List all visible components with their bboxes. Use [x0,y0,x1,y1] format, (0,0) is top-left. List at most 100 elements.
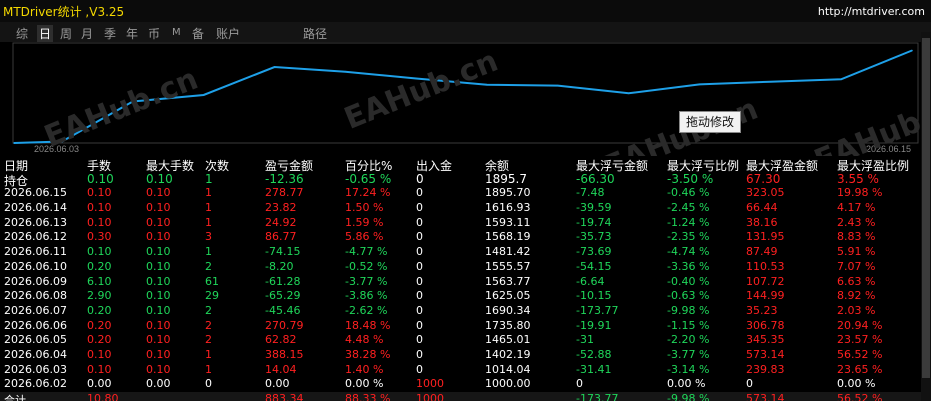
stats-table: 日期 手数 最大手数 次数 盈亏金额 百分比% 出入金 余额 最大浮亏金额 最大浮亏比例 最大浮盈金… [0,157,931,401]
tab-6[interactable]: 币 [148,25,160,42]
website-link[interactable]: http://mtdriver.com [818,5,925,18]
cell-col-3: 2 [205,303,212,317]
cell-col-9: -2.20 % [667,333,710,347]
cell-col-11: 19.98 % [837,186,883,200]
balance-point-12 [840,78,842,81]
cell-col-9: -0.63 % [667,289,710,303]
cell-col-5: 38.28 % [345,347,391,361]
cell-col-8: -54.15 [576,259,612,273]
cell-col-1: 0.20 [87,303,112,317]
cell-col-10: 306.78 [746,318,785,332]
cell-col-6: 0 [416,245,423,259]
cell-col-6: 0 [416,333,423,347]
cell-col-6: 0 [416,230,423,244]
watermark-3: EAHub.cn [809,86,931,156]
cell-col-1: 0.10 [87,245,112,259]
cell-col-11: 20.94 % [837,318,883,332]
table-row: 2026.06.06 0.20 0.10 2 270.79 18.48 % 0 1735.80… [0,319,931,334]
table-row: 2026.06.08 2.90 0.10 29 -65.29 -3.86 % 0 1625.0… [0,289,931,304]
watermark-1: EAHub.cn [339,44,502,137]
cell-col-0: 2026.06.05 [4,333,67,347]
cell-col-1: 0.10 [87,362,112,376]
cell-col-6: 0 [416,318,423,332]
cell-col-3: 29 [205,289,219,303]
cell-col-8: -173.77 [576,303,619,317]
cell-col-6: 0 [416,289,423,303]
balance-point-13 [911,49,913,52]
scrollbar-thumb[interactable] [922,38,930,378]
cell-col-4: 388.15 [265,347,304,361]
cell-col-9: -3.14 % [667,362,710,376]
cell-col-11: 8.92 % [837,289,876,303]
cell-col-2: 0.10 [146,362,171,376]
cell-col-5: -3.77 % [345,274,388,288]
vertical-scrollbar[interactable] [921,32,931,401]
cell-col-1: 10.80 [87,392,119,401]
tab-5[interactable]: 年 [126,25,138,42]
cell-col-8: -52.88 [576,347,612,361]
drag-edit-popup[interactable]: 拖动修改 [679,111,741,133]
cell-col-11: 3.55 % [837,171,879,186]
table-header: 日期 手数 最大手数 次数 盈亏金额 百分比% 出入金 余额 最大浮亏金额 最大浮亏比例 最大浮盈金… [0,157,931,173]
cell-col-7: 1625.05 [485,289,531,303]
cell-col-8: -6.64 [576,274,605,288]
cell-col-3: 1 [205,171,213,186]
cell-col-5: 1.50 % [345,201,384,215]
tab-2[interactable]: 周 [60,25,72,42]
cell-col-8: -7.48 [576,186,605,200]
tab-10[interactable]: 路径 [303,25,327,42]
cell-col-1: 0.20 [87,318,112,332]
cell-col-8: 0 [576,377,583,391]
cell-col-2: 0.10 [146,186,171,200]
cell-col-2: 0.10 [146,303,171,317]
cell-col-0: 2026.06.10 [4,259,67,273]
cell-col-1: 0.20 [87,333,112,347]
tab-1[interactable]: 日 [37,25,54,42]
cell-col-2: 0.10 [146,171,173,186]
mtdriver-window: MTDriver统计 ,V3.25 http://mtdriver.com 综日… [0,0,931,401]
cell-col-1: 6.10 [87,274,112,288]
cell-col-3: 2 [205,318,212,332]
cell-col-9: -4.74 % [667,245,710,259]
cell-col-9: -0.46 % [667,186,710,200]
cell-col-6: 1000 [416,392,444,401]
table-row: 2026.06.05 0.20 0.10 2 62.82 4.48 % 0 1465.01 -3… [0,333,931,348]
cell-col-7: 1465.01 [485,333,531,347]
table-row: 2026.06.04 0.10 0.10 1 388.15 38.28 % 0 1402.19… [0,348,931,363]
table-row: 2026.06.02 0.00 0.00 0 0.00 0.00 % 1000 1000.00… [0,377,931,392]
cell-col-3: 2 [205,333,212,347]
cell-col-7: 1616.93 [485,201,531,215]
tab-8[interactable]: 备 [192,25,204,42]
tab-0[interactable]: 综 [16,25,28,42]
cell-col-4: 23.82 [265,201,297,215]
cell-col-5: -0.65 % [345,171,392,186]
cell-col-0: 2026.06.14 [4,201,67,215]
cell-col-5: -2.62 % [345,303,388,317]
cell-col-4: 270.79 [265,318,304,332]
cell-col-5: -4.77 % [345,245,388,259]
cell-col-11: 8.83 % [837,230,876,244]
cell-col-11: 56.52 % [837,392,883,401]
cell-col-7: 1402.19 [485,347,531,361]
cell-col-10: 66.44 [746,201,778,215]
total-row: 合计 10.80 883.34 88.33 % 1000 -173.77 -9.98 % 57… [0,392,931,401]
cell-col-0: 2026.06.11 [4,245,67,259]
cell-col-2: 0.10 [146,215,171,229]
cell-col-11: 2.03 % [837,303,876,317]
cell-col-11: 23.57 % [837,333,883,347]
table-row: 2026.06.11 0.10 0.10 1 -74.15 -4.77 % 0 1481.42… [0,245,931,260]
tab-7[interactable]: M [172,27,181,38]
watermark-0: EAHub.cn [39,62,202,155]
cell-col-8: -35.73 [576,230,612,244]
balance-point-9 [627,92,630,95]
balance-chart: 2026.06.03 2026.06.15 EAHub.cn EAHub.cn EAHu… [0,42,931,156]
table-row: 2026.06.09 6.10 0.10 61 -61.28 -3.77 % 0 1563.7… [0,275,931,290]
cell-col-5: 17.24 % [345,186,391,200]
tab-9[interactable]: 账户 [216,25,240,42]
tab-4[interactable]: 季 [104,25,116,42]
tab-3[interactable]: 月 [81,25,93,42]
cell-col-7: 1563.77 [485,274,531,288]
cell-col-5: 1.40 % [345,362,384,376]
cell-col-10: 0 [746,377,753,391]
cell-col-9: -3.77 % [667,347,710,361]
